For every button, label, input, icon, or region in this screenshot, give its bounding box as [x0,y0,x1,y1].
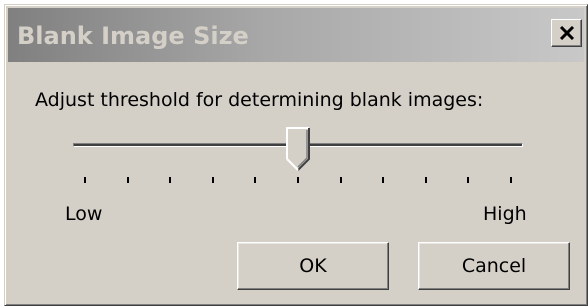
slider-high-label: High [483,203,527,225]
slider-tick [382,177,385,183]
slider-tick [84,177,86,183]
slider-thumb[interactable] [286,127,310,171]
title-bar[interactable]: Blank Image Size [8,8,584,62]
cancel-button[interactable]: Cancel [418,242,570,290]
close-button[interactable] [551,19,582,47]
slider-tick [254,177,257,183]
slider-tick [297,177,299,183]
blank-image-size-dialog: Blank Image Size Adjust threshold for de… [4,4,588,306]
slider-tick [510,177,512,183]
slider-tick [339,177,342,183]
dialog-title: Blank Image Size [17,22,249,50]
slider-tick [424,177,427,183]
slider-tick [169,177,172,183]
slider-tick [126,177,129,183]
close-icon [559,26,574,40]
slider-tick [467,177,470,183]
ok-button[interactable]: OK [237,242,389,290]
threshold-slider[interactable] [73,123,523,187]
slider-tick [211,177,214,183]
threshold-prompt: Adjust threshold for determining blank i… [35,89,484,111]
slider-low-label: Low [65,203,103,225]
